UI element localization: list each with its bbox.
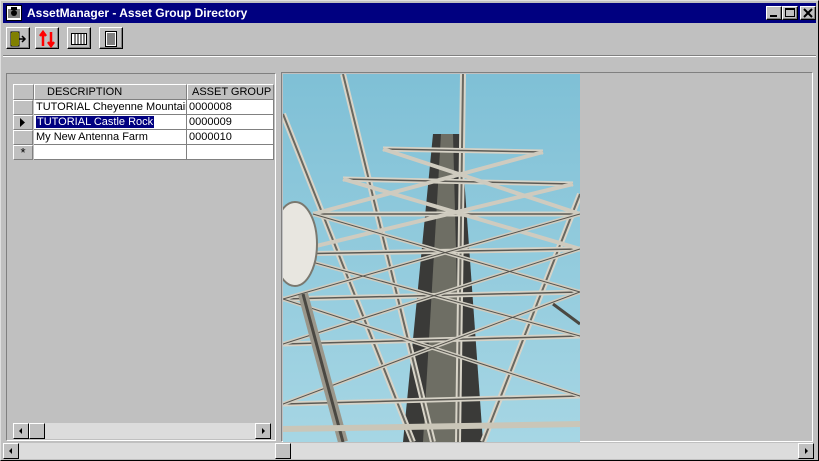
- arrow-right-icon: [805, 448, 808, 454]
- table-row-asset-group[interactable]: 0000009: [187, 115, 274, 130]
- columns-icon: [71, 33, 87, 45]
- app-window: AssetManager - Asset Group Directory DES…: [0, 0, 819, 461]
- window-title: AssetManager - Asset Group Directory: [27, 6, 248, 20]
- table-row-description[interactable]: TUTORIAL Cheyenne Mountain: [34, 100, 187, 115]
- window-scroll-right-button[interactable]: [798, 443, 814, 459]
- toolbar-separator: [3, 55, 816, 57]
- new-row-asset-group-cell[interactable]: [187, 145, 274, 160]
- column-header-asset-group[interactable]: ASSET GROUP: [187, 84, 274, 100]
- close-icon: [803, 8, 813, 18]
- sort-arrows-icon: [39, 30, 55, 48]
- arrow-right-icon: [262, 428, 265, 434]
- exit-door-icon: [10, 31, 27, 47]
- antenna-tower-photo: [283, 74, 580, 442]
- new-row-description-cell[interactable]: [34, 145, 187, 160]
- table-row-description-selected[interactable]: TUTORIAL Castle Rock: [34, 115, 187, 130]
- selected-text: TUTORIAL Castle Rock: [36, 116, 155, 128]
- table-row-asset-group[interactable]: 0000008: [187, 100, 274, 115]
- window-scroll-left-button[interactable]: [3, 443, 19, 459]
- asset-group-grid-panel: DESCRIPTION ASSET GROUP TUTORIAL Cheyenn…: [6, 73, 276, 441]
- arrow-left-icon: [9, 448, 12, 454]
- table-row-asset-group[interactable]: 0000010: [187, 130, 274, 145]
- minimize-icon: [770, 15, 777, 17]
- antenna-tower-image: [283, 74, 580, 442]
- row-selector[interactable]: [13, 130, 33, 145]
- title-bar[interactable]: AssetManager - Asset Group Directory: [3, 3, 816, 23]
- image-panel: [281, 72, 813, 442]
- window-scroll-thumb[interactable]: [275, 443, 291, 459]
- columns-button[interactable]: [67, 27, 91, 49]
- toolbar: [3, 25, 816, 53]
- row-selector[interactable]: [13, 100, 33, 115]
- table-row-description[interactable]: My New Antenna Farm: [34, 130, 187, 145]
- close-button[interactable]: [800, 6, 816, 20]
- grid-corner: [13, 84, 34, 100]
- scroll-left-button[interactable]: [13, 423, 29, 439]
- current-row-selector[interactable]: [13, 115, 33, 130]
- window-horizontal-scrollbar[interactable]: [3, 443, 814, 459]
- grid-horizontal-scrollbar[interactable]: [13, 423, 271, 439]
- report-icon: [105, 31, 117, 47]
- scroll-thumb[interactable]: [29, 423, 45, 439]
- exit-button[interactable]: [6, 27, 30, 49]
- current-row-arrow-icon: [20, 118, 25, 127]
- sort-button[interactable]: [35, 27, 59, 49]
- minimize-button[interactable]: [766, 6, 782, 20]
- maximize-icon: [785, 8, 795, 17]
- column-header-description[interactable]: DESCRIPTION: [34, 84, 187, 100]
- report-button[interactable]: [99, 27, 123, 49]
- scroll-right-button[interactable]: [255, 423, 271, 439]
- arrow-left-icon: [19, 428, 22, 434]
- maximize-button[interactable]: [782, 6, 798, 20]
- new-row-selector[interactable]: *: [13, 145, 33, 160]
- app-icon[interactable]: [6, 5, 22, 21]
